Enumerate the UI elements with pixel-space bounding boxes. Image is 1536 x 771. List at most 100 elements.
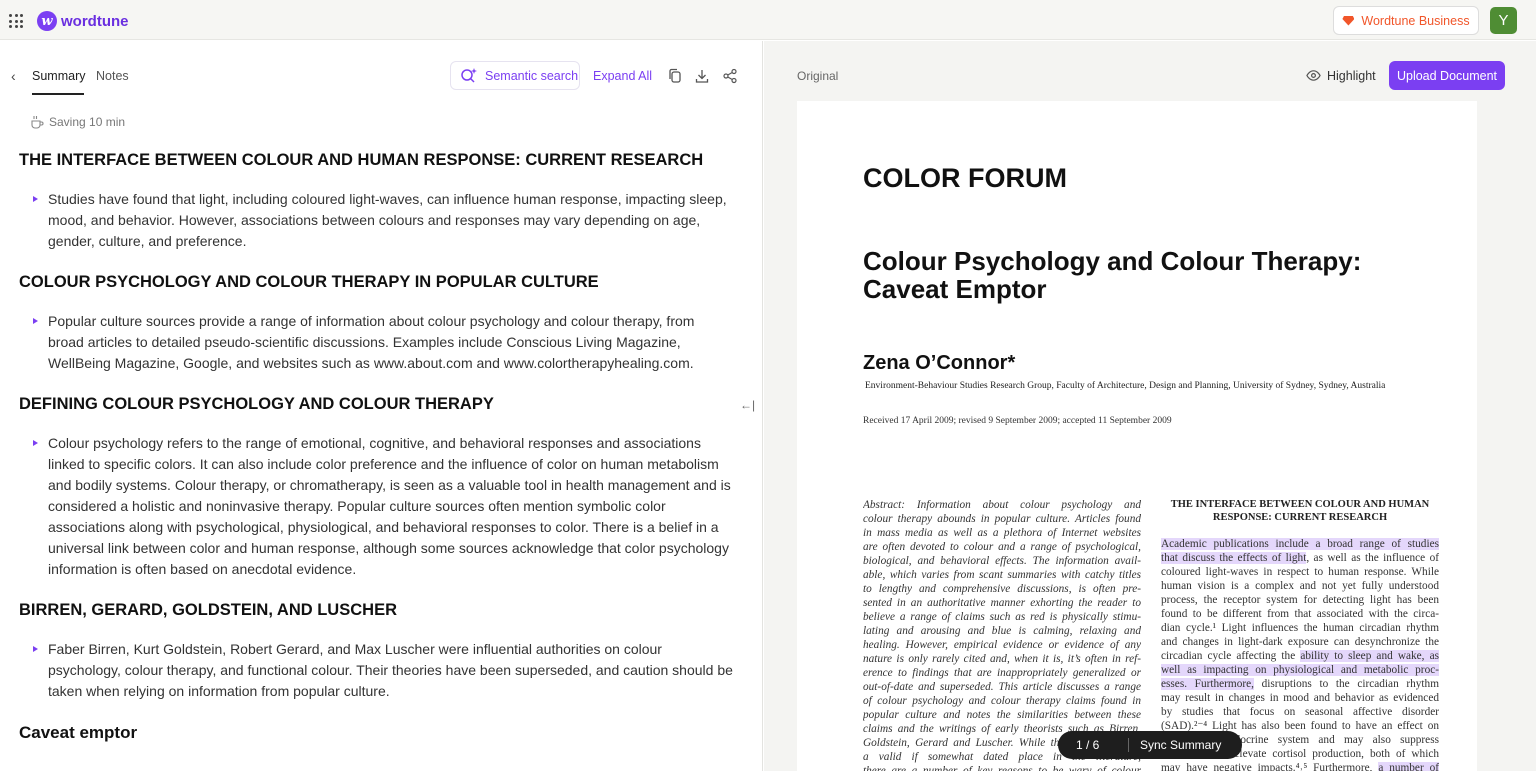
highlight-label: Highlight <box>1327 68 1376 83</box>
section-heading: COLOUR PSYCHOLOGY AND COLOUR THERAPY IN … <box>19 273 599 291</box>
text-span: by studies that focus on seasonal affect… <box>1161 706 1439 718</box>
original-label: Original <box>797 69 839 83</box>
body-line: may result in changes in mood and behavi… <box>1161 691 1439 705</box>
text-span: coloured light-waves in respect to human… <box>1161 566 1439 578</box>
summary-bullet[interactable]: Colour psychology refers to the range of… <box>19 433 734 580</box>
semantic-search-label: Semantic search <box>485 68 579 83</box>
avatar[interactable]: Y <box>1490 7 1517 34</box>
saving-text: Saving 10 min <box>49 115 126 129</box>
text-span: and changes in light-dark exposure can d… <box>1161 636 1439 648</box>
body-line: by studies that focus on seasonal affect… <box>1161 705 1439 719</box>
logo-mark-icon: w <box>37 11 57 31</box>
section-heading: Caveat emptor <box>19 723 138 742</box>
summary-bullet[interactable]: Studies have found that light, including… <box>19 189 734 252</box>
abstract-line: of colour psychology and colour therapy … <box>863 695 1141 707</box>
divider <box>1128 738 1129 752</box>
abstract-line: nature is only rarely cited and, when it… <box>863 653 1141 665</box>
highlighted-text[interactable]: Academic publications include a broad ra… <box>1161 538 1439 550</box>
section-heading: THE INTERFACE BETWEEN COLOUR AND HUMAN R… <box>19 151 704 169</box>
abstract-line: lating and arousing and blue is calming,… <box>863 625 1141 637</box>
text-span: disruptions to the circadian rhythm <box>1253 678 1439 690</box>
highlighted-text[interactable]: esses. Furthermore, <box>1161 678 1254 690</box>
body-line: dian cycle.¹ Light influences the human … <box>1161 621 1439 635</box>
body-line: and changes in light-dark exposure can d… <box>1161 635 1439 649</box>
business-label: Wordtune Business <box>1361 13 1470 28</box>
summary-content: THE INTERFACE BETWEEN COLOUR AND HUMAN R… <box>19 151 734 762</box>
abstract-line: are often devoted to colour and a range … <box>863 541 1141 553</box>
copy-icon[interactable] <box>667 68 683 84</box>
original-panel: Original Highlight Upload Document COLOR… <box>764 41 1536 771</box>
abstract-line: popular culture and notes the similariti… <box>863 709 1141 721</box>
abstract-line: there are a number of key reasons to be … <box>863 765 1141 771</box>
expand-all-button[interactable]: Expand All <box>593 69 652 83</box>
paper-author: Zena O’Connor* <box>863 352 1016 374</box>
text-span: human vision is a complex and not yet fu… <box>1161 580 1439 592</box>
eye-icon <box>1306 70 1321 81</box>
text-span: found to be different from that associat… <box>1161 608 1439 620</box>
text-span: , as well as the influence of <box>1306 552 1439 564</box>
author-affiliation: Environment-Behaviour Studies Research G… <box>865 381 1386 391</box>
collapse-panel-icon[interactable]: ←| <box>740 398 755 412</box>
highlight-toggle[interactable]: Highlight <box>1306 68 1376 83</box>
journal-section: COLOR FORUM <box>863 163 1067 193</box>
summary-panel: ‹ Summary Notes Semantic search Expand A… <box>0 41 763 771</box>
section-heading: BIRREN, GERARD, GOLDSTEIN, AND LUSCHER <box>19 601 397 619</box>
sparkle-search-icon <box>461 67 477 83</box>
body-line: circadian cycle affecting the ability to… <box>1161 649 1439 663</box>
abstract-line: biological, and behavioral effects. The … <box>863 555 1141 567</box>
abstract-line: able, which varies from scant summaries … <box>863 569 1141 581</box>
brand-name: wordtune <box>61 12 129 30</box>
text-span: process, the receptor system for detecti… <box>1161 594 1439 606</box>
abstract-line: in mass media as well as a plethora of I… <box>863 527 1141 539</box>
apps-grid-icon[interactable] <box>9 14 23 28</box>
text-span: may result in changes in mood and behavi… <box>1161 692 1439 704</box>
summary-bullet[interactable]: Popular culture sources provide a range … <box>19 311 734 374</box>
body-line: found to be different from that associat… <box>1161 607 1439 621</box>
document-page: COLOR FORUM Colour Psychology and Colour… <box>797 101 1477 771</box>
share-icon[interactable] <box>722 68 738 84</box>
wordtune-business-button[interactable]: Wordtune Business <box>1333 6 1479 35</box>
upload-document-button[interactable]: Upload Document <box>1389 61 1505 90</box>
section-heading: DEFINING COLOUR PSYCHOLOGY AND COLOUR TH… <box>19 395 494 413</box>
coffee-cup-icon <box>31 116 44 129</box>
abstract-line: sented in an authoritative manner exhort… <box>863 597 1141 609</box>
time-saved-indicator: Saving 10 min <box>30 115 125 129</box>
highlighted-text[interactable]: well as impacting on physiological and m… <box>1161 664 1439 676</box>
body-line: may have negative impacts.⁴˒⁵ Furthermor… <box>1161 761 1439 771</box>
tab-notes[interactable]: Notes <box>96 69 129 83</box>
page-indicator: 1 / 6 <box>1076 738 1100 752</box>
abstract-line: out-of-date and superseded. This article… <box>863 681 1141 693</box>
back-chevron-icon[interactable]: ‹ <box>11 68 16 84</box>
body-line: that discuss the effects of light, as we… <box>1161 551 1439 565</box>
download-icon[interactable] <box>694 68 710 84</box>
sync-summary-button[interactable]: Sync Summary <box>1140 738 1221 752</box>
body-line: coloured light-waves in respect to human… <box>1161 565 1439 579</box>
diamond-icon <box>1342 15 1355 26</box>
highlighted-text[interactable]: that discuss the effects of light <box>1161 552 1307 564</box>
wordtune-logo[interactable]: w wordtune <box>37 11 129 31</box>
text-span: circadian cycle affecting the <box>1161 650 1301 662</box>
text-span: dian cycle.¹ Light influences the human … <box>1161 622 1439 634</box>
active-tab-underline <box>32 93 84 95</box>
body-line: human vision is a complex and not yet fu… <box>1161 579 1439 593</box>
top-bar: w wordtune Wordtune Business Y <box>0 0 1536 40</box>
highlighted-text[interactable]: ability to sleep and wake, as <box>1300 650 1439 662</box>
body-line: esses. Furthermore, disruptions to the c… <box>1161 677 1439 691</box>
received-dates: Received 17 April 2009; revised 9 Septem… <box>863 416 1172 426</box>
summary-bullet[interactable]: Faber Birren, Kurt Goldstein, Robert Ger… <box>19 639 734 702</box>
highlighted-text[interactable]: a number of <box>1378 762 1439 771</box>
tab-summary[interactable]: Summary <box>32 69 85 83</box>
abstract-line: colour therapy abounds in popular cultur… <box>863 513 1141 525</box>
paper-title: Colour Psychology and Colour Therapy: Ca… <box>863 246 1362 304</box>
text-span: may have negative impacts.⁴˒⁵ Furthermor… <box>1161 762 1379 771</box>
abstract-line: Abstract: Information about colour psych… <box>863 499 1141 511</box>
abstract-line: believe a range of claims such as red is… <box>863 611 1141 623</box>
section-heading: THE INTERFACE BETWEEN COLOUR AND HUMAN R… <box>1170 499 1430 523</box>
body-line: Academic publications include a broad ra… <box>1161 537 1439 551</box>
abstract-line: erence to findings that are inappropriat… <box>863 667 1141 679</box>
body-line: well as impacting on physiological and m… <box>1161 663 1439 677</box>
abstract-line: to lengthy and comprehensive discussions… <box>863 583 1141 595</box>
semantic-search-button[interactable]: Semantic search <box>450 61 580 90</box>
page-sync-toolbar: 1 / 6 Sync Summary <box>1058 731 1242 759</box>
abstract-line: healing. However, empirical evidence or … <box>863 639 1141 651</box>
